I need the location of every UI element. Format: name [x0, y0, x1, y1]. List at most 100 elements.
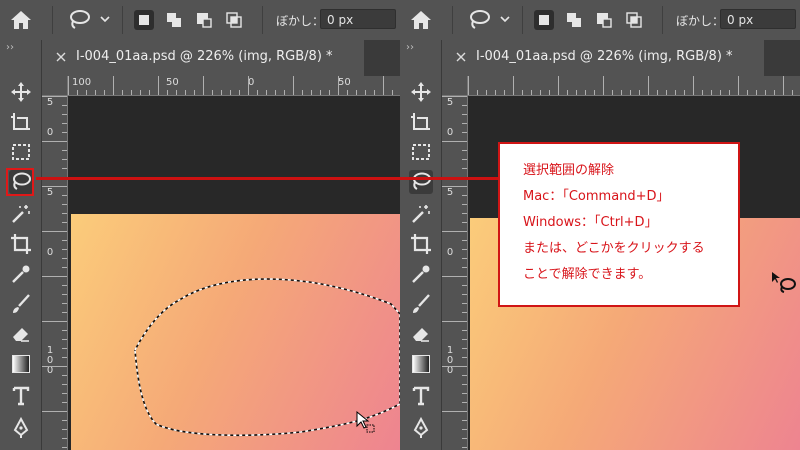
chevron-down-icon[interactable] — [98, 12, 112, 26]
callout-mac-shortcut: Mac：「Command+D」 — [523, 189, 670, 204]
lasso-tool-preset-icon[interactable] — [66, 8, 92, 32]
pen-icon[interactable] — [409, 416, 433, 440]
ruler-tick — [792, 90, 793, 95]
move-icon[interactable] — [9, 80, 33, 104]
intersect-selection-button[interactable] — [624, 10, 644, 30]
ruler-tick — [149, 90, 150, 95]
ruler-tick — [462, 204, 467, 205]
ruler-origin[interactable] — [442, 76, 468, 96]
feather-input[interactable]: 0 px — [720, 9, 796, 29]
artboard-icon[interactable] — [9, 110, 33, 134]
gradient-icon[interactable] — [9, 352, 33, 376]
subtract-from-selection-button[interactable] — [194, 10, 214, 30]
home-icon[interactable] — [8, 8, 34, 32]
ruler-tick — [462, 294, 467, 295]
ruler-tick — [62, 123, 67, 124]
ruler-tick — [738, 76, 739, 95]
ruler-tick — [549, 90, 550, 95]
ruler-tick — [756, 90, 757, 95]
ruler-tick — [62, 105, 67, 106]
brush-icon[interactable] — [9, 292, 33, 316]
ruler-tick — [462, 303, 467, 304]
rect-marquee-icon[interactable] — [9, 140, 33, 164]
chevron-down-icon[interactable] — [498, 12, 512, 26]
document-tab[interactable]: I-004_01aa.psd @ 226% (img, RGB/8) * — [42, 40, 364, 76]
pen-icon[interactable] — [9, 416, 33, 440]
new-selection-button[interactable] — [534, 10, 554, 30]
callout-text: ことで解除できます。 — [523, 267, 652, 282]
crop-icon[interactable] — [409, 232, 433, 256]
eraser-icon[interactable] — [409, 322, 433, 346]
ruler-label: 50 — [338, 77, 351, 88]
ruler-tick — [462, 339, 467, 340]
ruler-label: 5 — [46, 97, 54, 108]
ruler-tick — [62, 312, 67, 313]
eyedropper-icon[interactable] — [9, 262, 33, 286]
subtract-from-selection-button[interactable] — [594, 10, 614, 30]
document-tab[interactable]: I-004_01aa.psd @ 226% (img, RGB/8) * — [442, 40, 764, 76]
ruler-tick — [62, 267, 67, 268]
add-to-selection-button[interactable] — [564, 10, 584, 30]
add-to-selection-button[interactable] — [164, 10, 184, 30]
callout-connector-line — [36, 177, 502, 180]
magic-wand-icon[interactable] — [409, 202, 433, 226]
ruler-tick — [62, 168, 67, 169]
ruler-tick — [239, 90, 240, 95]
horizontal-ruler[interactable] — [468, 76, 800, 96]
crop-icon[interactable] — [9, 232, 33, 256]
home-icon[interactable] — [408, 8, 434, 32]
ruler-tick — [462, 258, 467, 259]
ruler-tick — [42, 231, 67, 232]
brush-icon[interactable] — [409, 292, 433, 316]
ruler-tick — [95, 90, 96, 95]
ruler-tick — [747, 90, 748, 95]
artboard-icon[interactable] — [409, 110, 433, 134]
ruler-tick — [62, 240, 67, 241]
ruler-tick — [62, 195, 67, 196]
eraser-icon[interactable] — [9, 322, 33, 346]
ruler-tick — [468, 76, 469, 95]
panel-collapse-icon[interactable]: ›› — [406, 42, 414, 53]
ruler-origin[interactable] — [42, 76, 68, 96]
ruler-tick — [203, 76, 204, 95]
magic-wand-icon[interactable] — [9, 202, 33, 226]
move-icon[interactable] — [409, 80, 433, 104]
rect-marquee-icon[interactable] — [409, 140, 433, 164]
intersect-selection-button[interactable] — [224, 10, 244, 30]
options-bar: ぼかし： 0 px — [0, 0, 400, 40]
ruler-tick — [442, 96, 467, 97]
lasso-tool-button[interactable] — [409, 170, 433, 194]
document-canvas[interactable] — [71, 214, 400, 450]
horizontal-ruler[interactable]: 100 50 0 50 — [68, 76, 400, 96]
ruler-tick — [702, 90, 703, 95]
options-separator — [52, 6, 53, 34]
new-selection-button[interactable] — [134, 10, 154, 30]
ruler-label: 0 — [46, 247, 54, 258]
feather-input[interactable]: 0 px — [320, 9, 396, 29]
lasso-icon — [413, 172, 431, 190]
lasso-tool-preset-icon[interactable] — [466, 8, 492, 32]
ruler-tick — [62, 213, 67, 214]
close-icon[interactable] — [54, 50, 68, 64]
callout-box: 選択範囲の解除 Mac：「Command+D」 Windows：「Ctrl+D」… — [498, 142, 740, 307]
ruler-tick — [62, 249, 67, 250]
ruler-tick — [477, 90, 478, 95]
type-icon[interactable] — [409, 384, 433, 408]
ruler-tick — [462, 249, 467, 250]
options-separator — [662, 6, 663, 34]
close-icon[interactable] — [454, 50, 468, 64]
vertical-ruler[interactable]: 5 0 5 0 1 0 0 — [442, 96, 468, 450]
ruler-tick — [442, 231, 467, 232]
ruler-tick — [462, 384, 467, 385]
type-icon[interactable] — [9, 384, 33, 408]
vertical-ruler[interactable]: 5 0 5 0 1 0 0 — [42, 96, 68, 450]
ruler-label: 0 — [446, 247, 454, 258]
gradient-icon[interactable] — [409, 352, 433, 376]
panel-collapse-icon[interactable]: ›› — [6, 42, 14, 53]
ruler-tick — [383, 76, 384, 95]
ruler-tick — [675, 90, 676, 95]
ruler-tick — [42, 186, 67, 187]
ruler-tick — [131, 90, 132, 95]
ruler-tick — [462, 375, 467, 376]
eyedropper-icon[interactable] — [409, 262, 433, 286]
